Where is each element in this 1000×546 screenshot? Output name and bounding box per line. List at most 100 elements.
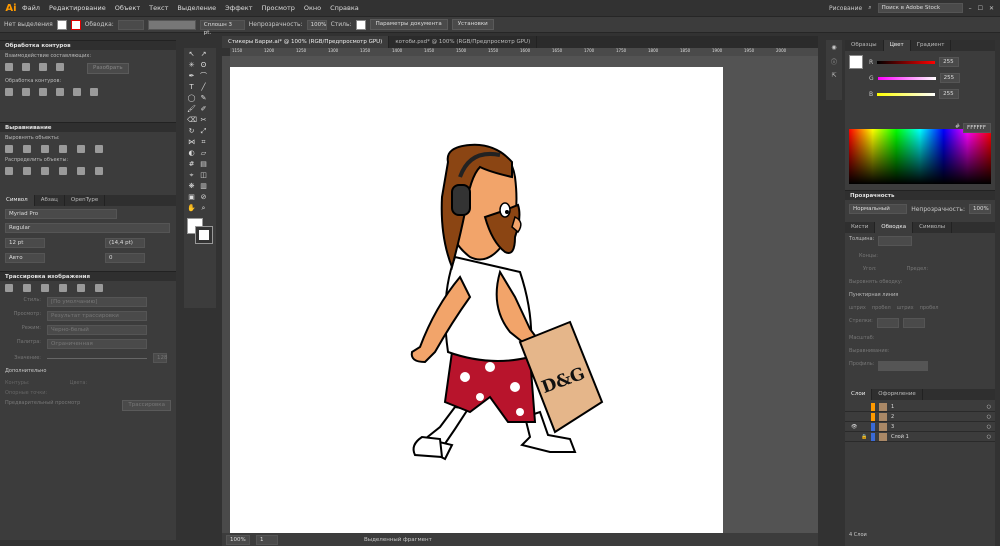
direct-selection-tool-icon[interactable]: ↗ xyxy=(199,50,208,59)
black-white-icon[interactable] xyxy=(77,284,85,292)
character-illustration[interactable]: D&G xyxy=(230,67,723,534)
gradient-icon[interactable]: ▤ xyxy=(199,160,208,169)
ellipse-tool-icon[interactable]: ◯ xyxy=(187,94,196,103)
fill-stroke-widget[interactable] xyxy=(187,218,213,244)
document-settings-button[interactable]: Параметры документа xyxy=(369,19,448,30)
trace-button[interactable]: Трассировка xyxy=(122,400,171,411)
lasso-icon[interactable]: ʘ xyxy=(199,61,208,70)
tab-brushes[interactable]: Кисти xyxy=(845,222,876,233)
trace-preview-checkbox[interactable]: Предварительный просмотр xyxy=(5,400,80,411)
tab-gradient[interactable]: Градиент xyxy=(911,40,952,51)
shape-builder-icon[interactable]: ◐ xyxy=(187,149,196,158)
export-icon[interactable]: ⇱ xyxy=(831,72,836,79)
menu-item-0[interactable]: Файл xyxy=(22,4,40,12)
tab-opentype[interactable]: OpenType xyxy=(65,195,106,206)
tab-character[interactable]: Символ xyxy=(0,195,35,206)
artboard-number[interactable]: 1 xyxy=(256,534,278,545)
perspective-icon[interactable]: ▱ xyxy=(199,149,208,158)
outline-icon[interactable] xyxy=(73,88,81,96)
font-family-dropdown[interactable]: Myriad Pro xyxy=(5,209,117,219)
menu-item-2[interactable]: Объект xyxy=(115,4,140,12)
menu-item-7[interactable]: Окно xyxy=(304,4,321,12)
style-swatch[interactable] xyxy=(355,19,366,30)
align-vcenter-icon[interactable] xyxy=(77,145,85,153)
search-icon[interactable]: ⌕ xyxy=(868,4,871,12)
mesh-icon[interactable]: # xyxy=(187,160,196,169)
line-tool-icon[interactable]: ╱ xyxy=(199,83,208,92)
blend-icon[interactable]: ◫ xyxy=(199,171,208,180)
scissors-icon[interactable]: ✂ xyxy=(199,116,208,125)
selection-tool-icon[interactable]: ↖ xyxy=(187,50,196,59)
hex-input[interactable]: FFFFFF xyxy=(963,123,992,133)
menu-item-4[interactable]: Выделение xyxy=(177,4,216,12)
tab-symbols[interactable]: Символы xyxy=(913,222,953,233)
artboard-icon[interactable]: ▣ xyxy=(187,193,196,202)
variable-width[interactable] xyxy=(147,19,196,30)
fill-swatch[interactable] xyxy=(56,19,67,30)
artboard[interactable]: D&G xyxy=(230,67,723,534)
arrowhead-start[interactable] xyxy=(876,318,899,328)
auto-color-icon[interactable] xyxy=(5,284,13,292)
kerning-input[interactable]: Авто xyxy=(5,253,45,263)
tab-paragraph[interactable]: Абзац xyxy=(35,195,65,206)
hand-tool-icon[interactable]: ✋ xyxy=(187,204,196,213)
color-spectrum[interactable] xyxy=(849,129,991,184)
r-input[interactable]: 255 xyxy=(939,57,960,67)
layer-row[interactable]: 🔒 Слой 1 ○ xyxy=(845,432,995,442)
zoom-level[interactable]: 100% xyxy=(226,534,250,545)
distribute-bottom-icon[interactable] xyxy=(41,167,49,175)
brush-icon[interactable]: 🖌 xyxy=(187,105,196,114)
rotate-icon[interactable]: ↻ xyxy=(187,127,196,136)
distribute-right-icon[interactable] xyxy=(95,167,103,175)
dashed-line-checkbox[interactable]: Пунктирная линия xyxy=(849,292,991,298)
trace-mode-dropdown[interactable]: Черно-белый xyxy=(47,325,147,335)
font-size-input[interactable]: 12 pt xyxy=(5,238,45,248)
threshold-input[interactable]: 128 xyxy=(153,353,168,363)
trace-advanced-toggle[interactable]: Дополнительно xyxy=(5,368,171,374)
zoom-tool-icon[interactable]: ⌕ xyxy=(199,204,208,213)
g-input[interactable]: 255 xyxy=(939,73,960,83)
align-hcenter-icon[interactable] xyxy=(23,145,31,153)
b-slider[interactable] xyxy=(877,92,936,96)
slice-icon[interactable]: ⊘ xyxy=(199,193,208,202)
layer-row[interactable]: 2 ○ xyxy=(845,412,995,422)
high-color-icon[interactable] xyxy=(23,284,31,292)
graph-icon[interactable]: ▥ xyxy=(199,182,208,191)
close-icon[interactable]: ✕ xyxy=(989,5,994,12)
grayscale-icon[interactable] xyxy=(59,284,67,292)
tab-document-1[interactable]: Стикеры Барри.ai* @ 100% (RGB/Предпросмо… xyxy=(222,36,390,48)
outline-trace-icon[interactable] xyxy=(95,284,103,292)
tab-stroke[interactable]: Обводка xyxy=(875,222,914,233)
tab-color[interactable]: Цвет xyxy=(883,40,911,51)
maximize-icon[interactable]: ☐ xyxy=(978,5,983,12)
eraser-icon[interactable]: ⌫ xyxy=(187,116,197,125)
align-bottom-icon[interactable] xyxy=(95,145,103,153)
blob-brush-icon[interactable]: ✐ xyxy=(199,105,208,114)
font-style-dropdown[interactable]: Regular xyxy=(5,223,170,233)
align-right-icon[interactable] xyxy=(41,145,49,153)
align-left-icon[interactable] xyxy=(5,145,13,153)
trim-icon[interactable] xyxy=(22,88,30,96)
distribute-vcenter-icon[interactable] xyxy=(23,167,31,175)
intersect-icon[interactable] xyxy=(39,63,47,71)
tab-swatches[interactable]: Образцы xyxy=(845,40,884,51)
stroke-style-dropdown[interactable]: Сплошн 3 pt. xyxy=(199,19,245,36)
expand-button[interactable]: Разобрать xyxy=(87,63,129,74)
threshold-slider[interactable] xyxy=(47,357,147,359)
scale-icon[interactable]: ⤢ xyxy=(199,127,208,136)
layer-row[interactable]: 👁 3 ○ xyxy=(845,422,995,432)
stroke-weight-input[interactable] xyxy=(878,236,913,246)
profile-dropdown[interactable] xyxy=(878,361,929,371)
stroke-weight[interactable] xyxy=(117,19,144,30)
type-tool-icon[interactable]: T xyxy=(187,83,196,92)
minimize-icon[interactable]: – xyxy=(969,5,972,12)
unite-icon[interactable] xyxy=(5,63,13,71)
pencil-icon[interactable]: ✎ xyxy=(199,94,208,103)
menu-item-6[interactable]: Просмотр xyxy=(262,4,295,12)
tab-appearance[interactable]: Оформление xyxy=(872,389,923,400)
trace-preset-dropdown[interactable]: [По умолчанию] xyxy=(47,297,147,307)
trace-palette-dropdown[interactable]: Ограниченная xyxy=(47,339,147,349)
align-top-icon[interactable] xyxy=(59,145,67,153)
curvature-icon[interactable]: ⌒ xyxy=(199,72,208,81)
tab-layers[interactable]: Слои xyxy=(845,389,873,400)
